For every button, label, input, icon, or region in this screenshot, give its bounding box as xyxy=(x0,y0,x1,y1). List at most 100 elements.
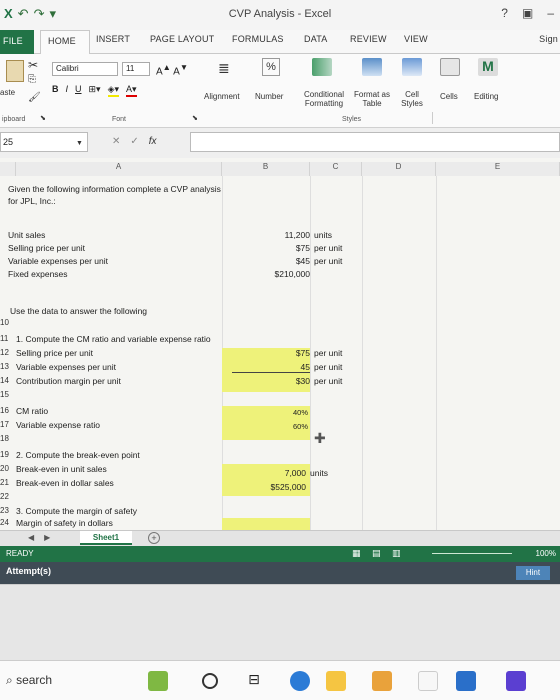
cancel-icon[interactable]: ✕ xyxy=(112,136,120,147)
zoom-slider[interactable] xyxy=(432,553,512,554)
row-header[interactable]: 10 xyxy=(0,318,9,327)
app-icon-2[interactable] xyxy=(456,671,476,691)
ribbon-display-icon[interactable]: ▣ xyxy=(522,6,533,20)
edge-icon[interactable] xyxy=(290,671,310,691)
formula-input[interactable] xyxy=(190,132,560,152)
page-layout-view-icon[interactable]: ▤ xyxy=(372,548,381,559)
tab-insert[interactable]: INSERT xyxy=(96,34,130,44)
variable-expense-ratio-value[interactable]: 60% xyxy=(232,422,308,431)
paste-icon[interactable] xyxy=(6,60,24,82)
font-launcher-icon[interactable]: ⬊ xyxy=(192,114,198,122)
copy-icon[interactable]: ⎘ xyxy=(28,74,36,85)
cortana-icon[interactable] xyxy=(202,673,218,689)
file-explorer-icon[interactable] xyxy=(326,671,346,691)
row-header[interactable]: 12 xyxy=(0,348,9,357)
underline-button[interactable]: U xyxy=(75,84,82,97)
cell-styles-icon[interactable] xyxy=(402,58,422,76)
font-name-box[interactable]: Calibri xyxy=(52,62,118,76)
number-format-icon[interactable]: % xyxy=(262,58,280,76)
font-size-box[interactable]: 11 xyxy=(122,62,150,76)
row-header[interactable]: 17 xyxy=(0,420,9,429)
row-header[interactable]: 11 xyxy=(0,334,8,343)
task-view-icon[interactable]: ⊟ xyxy=(244,671,264,691)
tab-view[interactable]: VIEW xyxy=(404,34,428,44)
fill-color-icon[interactable]: ◈▾ xyxy=(107,84,120,97)
app-icon-3[interactable] xyxy=(506,671,526,691)
row-header[interactable]: 22 xyxy=(0,492,9,501)
sheet-tab-sheet1[interactable]: Sheet1 xyxy=(80,531,132,545)
format-painter-icon[interactable]: 🖌 xyxy=(28,92,41,103)
prev-sheet-icon[interactable]: ◀ xyxy=(28,533,34,542)
alignment-button[interactable]: Alignment xyxy=(204,92,240,101)
worksheet-grid[interactable]: A B C D E Given the following informatio… xyxy=(0,158,560,530)
unit-sales-value[interactable]: 11,200 xyxy=(232,230,310,240)
italic-button[interactable]: I xyxy=(66,84,69,97)
input-cell-margin-of-safety[interactable] xyxy=(222,518,310,530)
tab-data[interactable]: DATA xyxy=(304,34,327,44)
select-all-corner[interactable] xyxy=(0,162,16,176)
cut-icon[interactable]: ✂ xyxy=(28,58,38,72)
row-header[interactable]: 14 xyxy=(0,376,9,385)
tab-page-layout[interactable]: PAGE LAYOUT xyxy=(150,34,214,44)
cell-styles-button[interactable]: Cell Styles xyxy=(394,90,430,108)
q1-variable-expenses-value[interactable]: 45 xyxy=(232,362,310,373)
name-box[interactable]: 25 xyxy=(0,132,88,152)
editing-icon[interactable]: M xyxy=(478,58,498,76)
font-color-icon[interactable]: A▾ xyxy=(126,84,137,97)
minimize-button[interactable]: – xyxy=(547,6,554,20)
editing-button[interactable]: Editing xyxy=(474,92,498,101)
row-header[interactable]: 24 xyxy=(0,518,9,527)
tab-file[interactable]: FILE xyxy=(0,30,34,54)
store-icon[interactable] xyxy=(372,671,392,691)
tab-home[interactable]: HOME xyxy=(40,30,90,55)
column-header-d[interactable]: D xyxy=(362,162,436,176)
row-header[interactable]: 16 xyxy=(0,406,9,415)
cells-button[interactable]: Cells xyxy=(440,92,458,101)
number-button[interactable]: Number xyxy=(255,92,283,101)
clipboard-launcher-icon[interactable]: ⬊ xyxy=(40,114,46,122)
fixed-expenses-value[interactable]: $210,000 xyxy=(232,269,310,279)
row-header[interactable]: 20 xyxy=(0,464,9,473)
column-header-b[interactable]: B xyxy=(222,162,310,176)
format-as-table-button[interactable]: Format as Table xyxy=(352,90,392,108)
column-header-e[interactable]: E xyxy=(436,162,560,176)
name-box-dropdown-icon[interactable]: ▼ xyxy=(76,140,83,147)
format-as-table-icon[interactable] xyxy=(362,58,382,76)
selling-price-value[interactable]: $75 xyxy=(232,243,310,253)
mail-icon[interactable] xyxy=(418,671,438,691)
paste-label[interactable]: aste xyxy=(0,88,15,97)
row-header[interactable]: 15 xyxy=(0,390,9,399)
alignment-icon[interactable]: ≣ xyxy=(218,60,230,77)
conditional-formatting-icon[interactable] xyxy=(312,58,332,76)
borders-icon[interactable]: ⊞▾ xyxy=(89,84,101,97)
cells-icon[interactable] xyxy=(440,58,460,76)
add-sheet-button[interactable]: + xyxy=(148,532,160,544)
hint-button[interactable]: Hint xyxy=(516,566,550,580)
cm-ratio-value[interactable]: 40% xyxy=(232,408,308,417)
tab-formulas[interactable]: FORMULAS xyxy=(232,34,284,44)
page-break-view-icon[interactable]: ▥ xyxy=(392,548,401,559)
row-header[interactable]: 23 xyxy=(0,506,9,515)
conditional-formatting-button[interactable]: Conditional Formatting xyxy=(298,90,350,108)
q1-contribution-margin-value[interactable]: $30 xyxy=(232,376,310,386)
insert-function-button[interactable]: fx xyxy=(149,136,157,147)
variable-expenses-value[interactable]: $45 xyxy=(232,256,310,266)
sign-in-link[interactable]: Sign xyxy=(539,34,558,44)
taskbar-search[interactable]: ⌕ search xyxy=(0,669,140,693)
next-sheet-icon[interactable]: ▶ xyxy=(44,533,50,542)
tab-review[interactable]: REVIEW xyxy=(350,34,387,44)
row-header[interactable]: 18 xyxy=(0,434,9,443)
break-even-units-value[interactable]: 7,000 xyxy=(232,468,306,478)
app-icon[interactable] xyxy=(148,671,168,691)
normal-view-icon[interactable]: ▦ xyxy=(352,548,361,559)
row-header[interactable]: 13 xyxy=(0,362,9,371)
enter-icon[interactable]: ✓ xyxy=(130,136,138,147)
zoom-level[interactable]: 100% xyxy=(536,549,556,558)
q1-selling-price-value[interactable]: $75 xyxy=(232,348,310,358)
bold-button[interactable]: B xyxy=(52,84,59,97)
help-button[interactable]: ? xyxy=(501,6,508,20)
break-even-dollars-value[interactable]: $525,000 xyxy=(232,482,306,492)
row-header[interactable]: 21 xyxy=(0,478,9,487)
font-grow-shrink[interactable]: A▲ A▼ xyxy=(156,62,188,77)
row-header[interactable]: 19 xyxy=(0,450,9,459)
